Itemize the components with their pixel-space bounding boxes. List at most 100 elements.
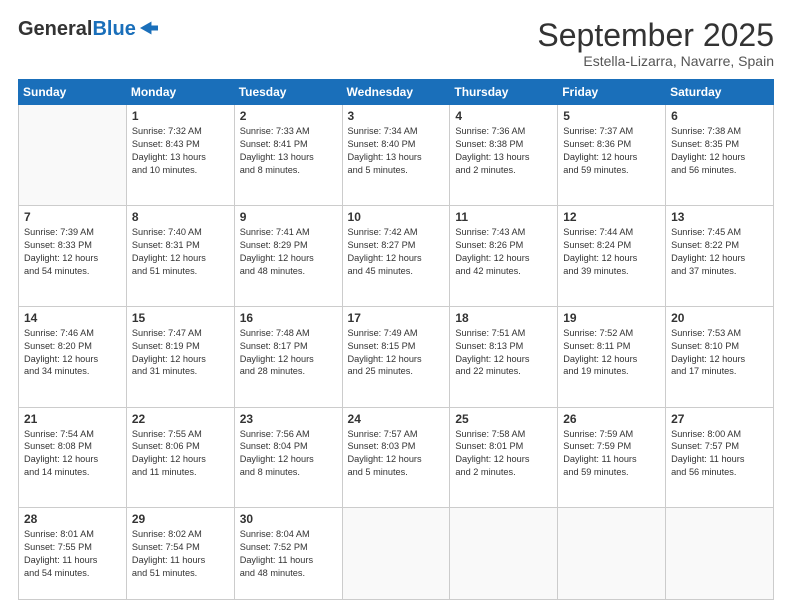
day-number: 24 (348, 412, 445, 426)
calendar-cell: 12 Sunrise: 7:44 AM Sunset: 8:24 PM Dayli… (558, 205, 666, 306)
logo-icon (140, 21, 158, 35)
calendar-cell: 7 Sunrise: 7:39 AM Sunset: 8:33 PM Daylig… (19, 205, 127, 306)
calendar-header-row: SundayMondayTuesdayWednesdayThursdayFrid… (19, 80, 774, 105)
day-info: Sunrise: 7:57 AM Sunset: 8:03 PM Dayligh… (348, 428, 445, 480)
day-info: Sunrise: 7:55 AM Sunset: 8:06 PM Dayligh… (132, 428, 229, 480)
day-number: 16 (240, 311, 337, 325)
calendar-cell: 23Sunrise: 7:56 AM Sunset: 8:04 PM Dayli… (234, 407, 342, 508)
day-number: 2 (240, 109, 337, 123)
day-info: Sunrise: 7:51 AM Sunset: 8:13 PM Dayligh… (455, 327, 552, 379)
calendar-cell: 4 Sunrise: 7:36 AM Sunset: 8:38 PM Daylig… (450, 105, 558, 206)
calendar-cell: 26 Sunrise: 7:59 AM Sunset: 7:59 PM Dayli… (558, 407, 666, 508)
day-number: 6 (671, 109, 768, 123)
day-info: Sunrise: 8:02 AM Sunset: 7:54 PM Dayligh… (132, 528, 229, 580)
day-info: Sunrise: 8:00 AM Sunset: 7:57 PM Dayligh… (671, 428, 768, 480)
calendar-cell (558, 508, 666, 600)
calendar-cell: 13Sunrise: 7:45 AM Sunset: 8:22 PM Dayli… (666, 205, 774, 306)
day-number: 18 (455, 311, 552, 325)
day-number: 22 (132, 412, 229, 426)
day-of-week-header: Tuesday (234, 80, 342, 105)
calendar-cell (19, 105, 127, 206)
calendar-cell: 25Sunrise: 7:58 AM Sunset: 8:01 PM Dayli… (450, 407, 558, 508)
day-info: Sunrise: 7:44 AM Sunset: 8:24 PM Dayligh… (563, 226, 660, 278)
day-info: Sunrise: 7:49 AM Sunset: 8:15 PM Dayligh… (348, 327, 445, 379)
calendar-cell: 10 Sunrise: 7:42 AM Sunset: 8:27 PM Dayli… (342, 205, 450, 306)
day-info: Sunrise: 7:43 AM Sunset: 8:26 PM Dayligh… (455, 226, 552, 278)
day-info: Sunrise: 7:47 AM Sunset: 8:19 PM Dayligh… (132, 327, 229, 379)
day-info: Sunrise: 8:04 AM Sunset: 7:52 PM Dayligh… (240, 528, 337, 580)
calendar-cell: 21 Sunrise: 7:54 AM Sunset: 8:08 PM Dayli… (19, 407, 127, 508)
calendar-cell: 15 Sunrise: 7:47 AM Sunset: 8:19 PM Dayli… (126, 306, 234, 407)
calendar-cell: 2Sunrise: 7:33 AM Sunset: 8:41 PM Daylig… (234, 105, 342, 206)
day-info: Sunrise: 7:34 AM Sunset: 8:40 PM Dayligh… (348, 125, 445, 177)
calendar-cell: 1Sunrise: 7:32 AM Sunset: 8:43 PM Daylig… (126, 105, 234, 206)
day-number: 8 (132, 210, 229, 224)
calendar-cell (450, 508, 558, 600)
day-info: Sunrise: 7:36 AM Sunset: 8:38 PM Dayligh… (455, 125, 552, 177)
day-number: 27 (671, 412, 768, 426)
calendar-table: SundayMondayTuesdayWednesdayThursdayFrid… (18, 79, 774, 600)
day-number: 19 (563, 311, 660, 325)
day-number: 26 (563, 412, 660, 426)
day-number: 28 (24, 512, 121, 526)
logo-text: GeneralBlue (18, 18, 136, 40)
calendar-cell: 27 Sunrise: 8:00 AM Sunset: 7:57 PM Dayli… (666, 407, 774, 508)
day-number: 25 (455, 412, 552, 426)
calendar-week-row: 1Sunrise: 7:32 AM Sunset: 8:43 PM Daylig… (19, 105, 774, 206)
day-number: 1 (132, 109, 229, 123)
day-info: Sunrise: 7:52 AM Sunset: 8:11 PM Dayligh… (563, 327, 660, 379)
calendar-cell: 28Sunrise: 8:01 AM Sunset: 7:55 PM Dayli… (19, 508, 127, 600)
day-info: Sunrise: 7:53 AM Sunset: 8:10 PM Dayligh… (671, 327, 768, 379)
day-number: 20 (671, 311, 768, 325)
day-number: 10 (348, 210, 445, 224)
day-number: 7 (24, 210, 121, 224)
day-number: 3 (348, 109, 445, 123)
logo-general: General (18, 18, 92, 40)
day-info: Sunrise: 7:40 AM Sunset: 8:31 PM Dayligh… (132, 226, 229, 278)
day-number: 15 (132, 311, 229, 325)
calendar-cell: 5Sunrise: 7:37 AM Sunset: 8:36 PM Daylig… (558, 105, 666, 206)
day-of-week-header: Wednesday (342, 80, 450, 105)
calendar-cell: 3 Sunrise: 7:34 AM Sunset: 8:40 PM Daylig… (342, 105, 450, 206)
day-info: Sunrise: 7:54 AM Sunset: 8:08 PM Dayligh… (24, 428, 121, 480)
day-number: 9 (240, 210, 337, 224)
calendar-cell: 18 Sunrise: 7:51 AM Sunset: 8:13 PM Dayli… (450, 306, 558, 407)
day-number: 21 (24, 412, 121, 426)
calendar-cell: 14 Sunrise: 7:46 AM Sunset: 8:20 PM Dayli… (19, 306, 127, 407)
day-number: 23 (240, 412, 337, 426)
calendar-week-row: 7 Sunrise: 7:39 AM Sunset: 8:33 PM Daylig… (19, 205, 774, 306)
day-info: Sunrise: 7:42 AM Sunset: 8:27 PM Dayligh… (348, 226, 445, 278)
calendar-cell: 29 Sunrise: 8:02 AM Sunset: 7:54 PM Dayli… (126, 508, 234, 600)
calendar-week-row: 14 Sunrise: 7:46 AM Sunset: 8:20 PM Dayli… (19, 306, 774, 407)
location: Estella-Lizarra, Navarre, Spain (537, 53, 774, 69)
calendar-cell: 22 Sunrise: 7:55 AM Sunset: 8:06 PM Dayli… (126, 407, 234, 508)
day-info: Sunrise: 7:48 AM Sunset: 8:17 PM Dayligh… (240, 327, 337, 379)
day-of-week-header: Monday (126, 80, 234, 105)
day-of-week-header: Saturday (666, 80, 774, 105)
day-number: 14 (24, 311, 121, 325)
calendar-cell: 20 Sunrise: 7:53 AM Sunset: 8:10 PM Dayli… (666, 306, 774, 407)
calendar-cell (342, 508, 450, 600)
day-number: 29 (132, 512, 229, 526)
day-info: Sunrise: 7:39 AM Sunset: 8:33 PM Dayligh… (24, 226, 121, 278)
header: GeneralBlue September 2025 Estella-Lizar… (18, 18, 774, 69)
day-number: 17 (348, 311, 445, 325)
day-info: Sunrise: 7:38 AM Sunset: 8:35 PM Dayligh… (671, 125, 768, 177)
day-number: 12 (563, 210, 660, 224)
logo: GeneralBlue (18, 18, 158, 40)
day-number: 4 (455, 109, 552, 123)
day-info: Sunrise: 7:59 AM Sunset: 7:59 PM Dayligh… (563, 428, 660, 480)
calendar-week-row: 28Sunrise: 8:01 AM Sunset: 7:55 PM Dayli… (19, 508, 774, 600)
logo-blue: Blue (92, 18, 135, 40)
day-of-week-header: Thursday (450, 80, 558, 105)
calendar-cell (666, 508, 774, 600)
day-of-week-header: Friday (558, 80, 666, 105)
day-info: Sunrise: 7:46 AM Sunset: 8:20 PM Dayligh… (24, 327, 121, 379)
month-title: September 2025 (537, 18, 774, 53)
day-number: 11 (455, 210, 552, 224)
calendar-cell: 11 Sunrise: 7:43 AM Sunset: 8:26 PM Dayli… (450, 205, 558, 306)
day-number: 30 (240, 512, 337, 526)
calendar-cell: 6 Sunrise: 7:38 AM Sunset: 8:35 PM Daylig… (666, 105, 774, 206)
calendar-cell: 17 Sunrise: 7:49 AM Sunset: 8:15 PM Dayli… (342, 306, 450, 407)
calendar-cell: 24 Sunrise: 7:57 AM Sunset: 8:03 PM Dayli… (342, 407, 450, 508)
